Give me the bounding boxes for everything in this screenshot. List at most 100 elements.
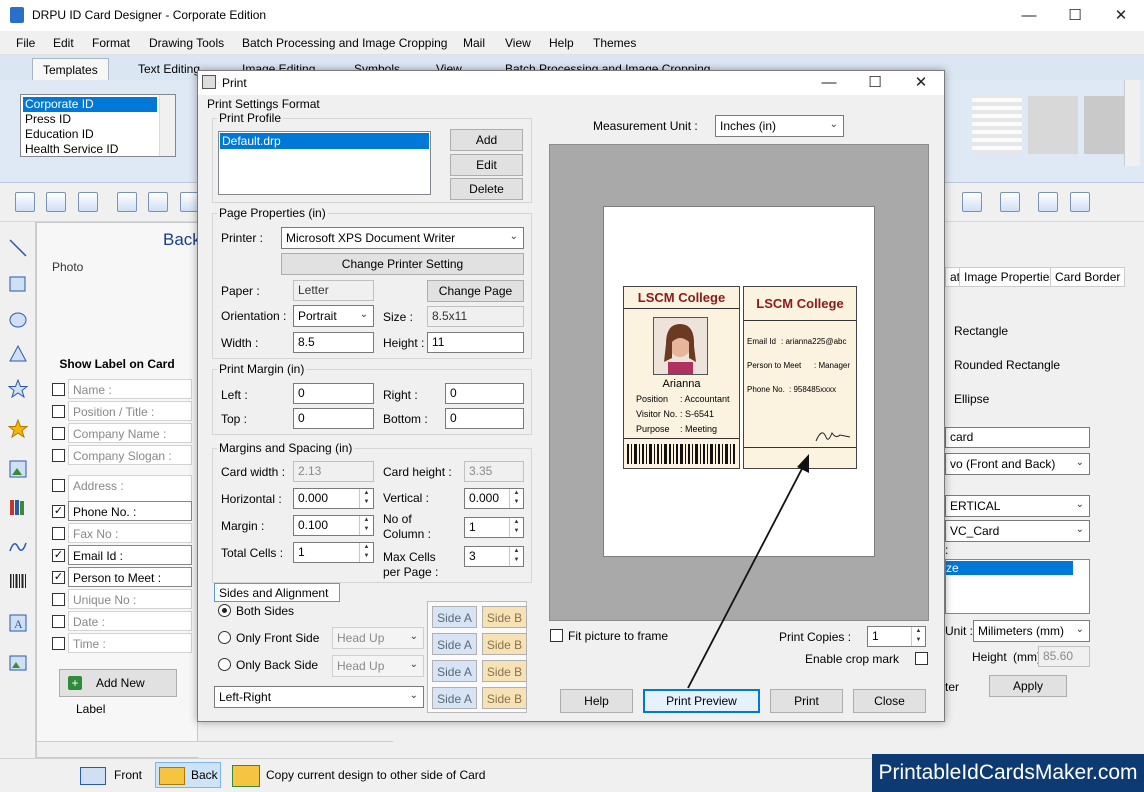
list-item[interactable]: Health Service ID	[25, 142, 118, 157]
maximize-button[interactable]: ☐	[1052, 0, 1098, 31]
front-card-icon[interactable]	[80, 767, 106, 785]
shape-rectangle-option[interactable]: Rectangle	[954, 324, 1008, 338]
close-window-button[interactable]: ✕	[1098, 0, 1144, 31]
spinner-arrows-icon[interactable]: ▲ ▼	[359, 516, 373, 535]
help-button[interactable]: Help	[560, 689, 633, 713]
margin-spinner[interactable]: 0.100 ▲ ▼	[293, 515, 374, 536]
grid-icon[interactable]	[1000, 192, 1020, 212]
menu-file[interactable]: File	[16, 36, 35, 50]
tab-templates[interactable]: Templates	[32, 58, 109, 80]
list-item[interactable]: Education ID	[25, 127, 94, 142]
label-checkbox[interactable]: ✓	[52, 571, 65, 584]
image-tool-icon[interactable]	[8, 459, 28, 479]
spinner-arrows-icon[interactable]: ▲ ▼	[509, 518, 523, 537]
open-icon[interactable]	[46, 192, 66, 212]
sides-combo[interactable]: vo (Front and Back) ⌄	[945, 453, 1090, 475]
spinner-arrows-icon[interactable]: ▲ ▼	[509, 547, 523, 566]
fit-picture-checkbox[interactable]	[550, 629, 563, 642]
print-copies-spinner[interactable]: 1 ▲ ▼	[867, 626, 926, 647]
edit-icon[interactable]	[1038, 192, 1058, 212]
label-row[interactable]: Person to Meet :	[68, 567, 192, 587]
label-checkbox[interactable]	[52, 527, 65, 540]
alignment-combo[interactable]: Left-Right ⌄	[214, 686, 424, 708]
tab-image-properties[interactable]: Image Properties	[959, 267, 1061, 287]
delete-profile-button[interactable]: Delete	[450, 178, 523, 200]
partial-button-text[interactable]: ter	[945, 680, 959, 694]
spinner-arrows-icon[interactable]: ▲ ▼	[359, 489, 373, 508]
apply-button[interactable]: Apply	[989, 675, 1067, 697]
right-margin-field[interactable]: 0	[445, 383, 524, 404]
minimize-button[interactable]: —	[1006, 0, 1052, 31]
label-row[interactable]: Company Name :	[68, 423, 192, 443]
label-checkbox[interactable]	[52, 479, 65, 492]
size-field[interactable]: 8.5x11	[427, 306, 524, 327]
label-row[interactable]: Address :	[68, 475, 192, 503]
dialog-close-button[interactable]: ✕	[898, 67, 944, 98]
menu-mail[interactable]: Mail	[463, 36, 485, 50]
card-width-field[interactable]: 2.13	[293, 461, 374, 482]
total-cells-spinner[interactable]: 1 ▲ ▼	[293, 542, 374, 563]
label-row[interactable]: Position / Title :	[68, 401, 192, 421]
menu-drawing-tools[interactable]: Drawing Tools	[149, 36, 224, 50]
ellipse-tool-icon[interactable]	[8, 310, 28, 330]
label-row[interactable]: Company Slogan :	[68, 445, 192, 465]
spinner-arrows-icon[interactable]: ▲ ▼	[359, 543, 373, 562]
triangle-tool-icon[interactable]	[8, 344, 28, 364]
label-checkbox[interactable]	[52, 637, 65, 650]
template-thumb[interactable]	[972, 96, 1022, 154]
canvas-hscrollbar[interactable]	[37, 741, 393, 757]
back-only-radio[interactable]	[218, 658, 231, 671]
left-margin-field[interactable]: 0	[293, 383, 374, 404]
label-checkbox[interactable]	[52, 405, 65, 418]
back-card-icon[interactable]	[159, 767, 185, 785]
label-row[interactable]: Unique No :	[68, 589, 192, 609]
measurement-unit-combo[interactable]: Inches (in) ⌄	[715, 115, 844, 137]
card-height-field[interactable]: 3.35	[464, 461, 524, 482]
print-profile-list[interactable]: Default.drp	[218, 131, 431, 195]
label-checkbox[interactable]	[52, 615, 65, 628]
list-item[interactable]: Press ID	[25, 112, 71, 127]
label-checkbox[interactable]: ✓	[52, 505, 65, 518]
label-checkbox[interactable]	[52, 593, 65, 606]
print-button[interactable]: Print	[770, 689, 843, 713]
text-tool-icon[interactable]: A	[8, 613, 28, 633]
ribbon-scrollbar[interactable]	[1124, 80, 1140, 166]
back-button[interactable]: Back	[191, 768, 218, 782]
save-icon[interactable]	[117, 192, 137, 212]
label-row[interactable]: Phone No. :	[68, 501, 192, 521]
zoom-icon[interactable]	[962, 192, 982, 212]
label-checkbox[interactable]	[52, 427, 65, 440]
template-category-list[interactable]: Corporate ID Press ID Education ID Healt…	[20, 94, 176, 157]
horizontal-spinner[interactable]: 0.000 ▲ ▼	[293, 488, 374, 509]
max-cells-spinner[interactable]: 3 ▲ ▼	[464, 546, 524, 567]
label-row[interactable]: Name :	[68, 379, 192, 399]
printer-combo[interactable]: Microsoft XPS Document Writer ⌄	[281, 227, 524, 249]
close-button[interactable]: Close	[853, 689, 926, 713]
spinner-arrows-icon[interactable]: ▲ ▼	[911, 627, 925, 646]
orientation-combo[interactable]: Portrait ⌄	[293, 305, 374, 327]
menu-batch-processing[interactable]: Batch Processing and Image Cropping	[242, 36, 447, 50]
both-sides-label[interactable]: Both Sides	[236, 604, 294, 618]
add-new-label-button[interactable]: + Add New Label	[59, 669, 177, 716]
menu-edit[interactable]: Edit	[53, 36, 74, 50]
shape-ellipse-option[interactable]: Ellipse	[954, 392, 989, 406]
star-tool-icon[interactable]	[7, 378, 29, 399]
export-icon[interactable]	[1070, 192, 1090, 212]
unit-combo[interactable]: Milimeters (mm) ⌄	[973, 620, 1090, 642]
list-item[interactable]: Corporate ID	[23, 97, 157, 112]
spinner-arrows-icon[interactable]: ▲ ▼	[509, 489, 523, 508]
back-head-up-combo[interactable]: Head Up ⌄	[332, 655, 424, 677]
width-field[interactable]: 8.5	[293, 332, 374, 353]
front-head-up-combo[interactable]: Head Up ⌄	[332, 627, 424, 649]
card-combo[interactable]: VC_Card ⌄	[945, 520, 1090, 542]
label-checkbox[interactable]	[52, 383, 65, 396]
shape-rounded-rectangle-option[interactable]: Rounded Rectangle	[954, 358, 1060, 372]
orientation-combo[interactable]: ERTICAL ⌄	[945, 495, 1090, 517]
picture-tool-icon[interactable]	[8, 653, 28, 673]
front-only-label[interactable]: Only Front Side	[236, 631, 319, 645]
list-item[interactable]: Default.drp	[220, 133, 429, 149]
add-profile-button[interactable]: Add	[450, 129, 523, 151]
barcode-tool-icon[interactable]	[8, 571, 28, 591]
label-row[interactable]: Fax No :	[68, 523, 192, 543]
tab-card-border[interactable]: Card Border	[1050, 267, 1126, 287]
